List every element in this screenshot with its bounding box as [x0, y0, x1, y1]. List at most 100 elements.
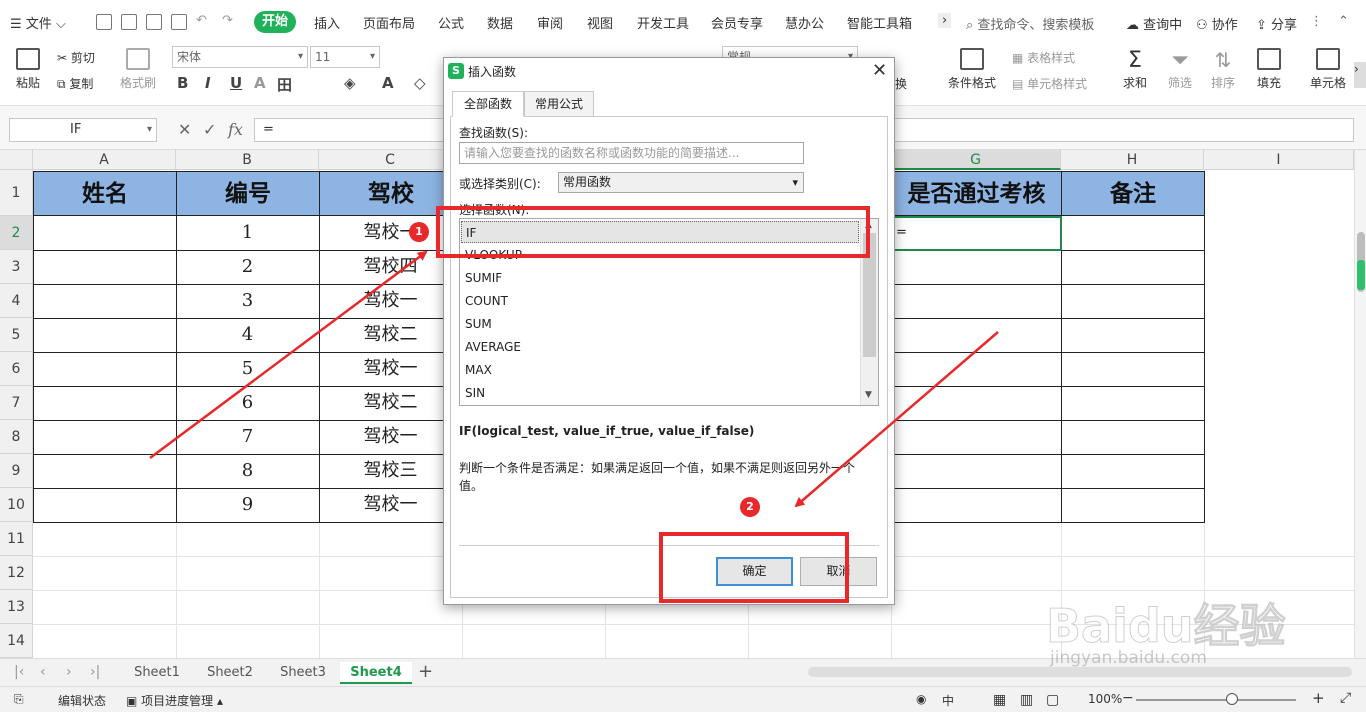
- font-name-select[interactable]: 宋体: [172, 46, 308, 68]
- tab-all-functions[interactable]: 全部函数: [452, 91, 524, 117]
- column-header-g[interactable]: G: [891, 150, 1061, 170]
- cell-name[interactable]: [33, 318, 177, 353]
- sheet-tab-4[interactable]: Sheet4: [340, 662, 412, 684]
- cell-name[interactable]: [33, 488, 177, 523]
- cell-school[interactable]: 驾校一: [319, 284, 463, 319]
- copy-button[interactable]: ⧉ 复制: [57, 75, 93, 92]
- category-select[interactable]: 常用函数: [558, 172, 804, 193]
- cell-name[interactable]: [33, 284, 177, 319]
- cell-notes[interactable]: [1061, 318, 1205, 353]
- table-style-button[interactable]: ▦ 表格样式: [1012, 49, 1075, 66]
- function-item-average[interactable]: AVERAGE: [461, 336, 859, 358]
- name-box[interactable]: IF: [9, 118, 157, 142]
- cell-name[interactable]: [33, 216, 177, 251]
- cell-name[interactable]: [33, 454, 177, 489]
- query-button[interactable]: ☁ 查询中: [1126, 14, 1182, 33]
- sum-button[interactable]: Σ 求和: [1118, 48, 1152, 91]
- redo-icon[interactable]: ↷: [222, 13, 233, 28]
- function-item-sumif[interactable]: SUMIF: [461, 267, 859, 289]
- bold-button[interactable]: B: [177, 74, 188, 92]
- cell-passed[interactable]: [891, 488, 1062, 523]
- paste-button[interactable]: 粘贴: [10, 48, 46, 91]
- cell-passed[interactable]: [891, 420, 1062, 455]
- row-header-2[interactable]: 2: [0, 216, 33, 250]
- select-all-corner[interactable]: [0, 150, 33, 170]
- page-break-view-icon[interactable]: ▢: [1046, 692, 1059, 708]
- cut-button[interactable]: ✂ 剪切: [57, 49, 95, 66]
- cell-school[interactable]: 驾校一: [319, 488, 463, 523]
- cell-school[interactable]: 驾校一: [319, 352, 463, 387]
- cell-passed[interactable]: [891, 318, 1062, 353]
- cell-notes[interactable]: [1061, 454, 1205, 489]
- sheet-tab-2[interactable]: Sheet2: [201, 662, 259, 684]
- function-search-input[interactable]: 请输入您要查找的函数名称或函数功能的简要描述...: [459, 142, 804, 164]
- underline-button[interactable]: U: [230, 74, 242, 92]
- cell-number[interactable]: 9: [176, 488, 320, 523]
- collaborate-button[interactable]: ⚇ 协作: [1196, 14, 1238, 33]
- menu-file[interactable]: ☰ 文件 ⌵: [10, 13, 66, 32]
- menu-tab-page-layout[interactable]: 页面布局: [363, 13, 415, 32]
- cell-notes[interactable]: [1061, 250, 1205, 285]
- strikethrough-button[interactable]: A: [254, 74, 266, 92]
- function-item-max[interactable]: MAX: [461, 359, 859, 381]
- menu-more-button[interactable]: ›: [938, 13, 952, 28]
- eye-protection-icon[interactable]: ◉: [916, 692, 926, 706]
- project-progress[interactable]: ▣ 项目进度管理 ▴: [126, 692, 223, 709]
- cell-name[interactable]: [33, 420, 177, 455]
- column-header-h[interactable]: H: [1061, 150, 1204, 170]
- convert-button[interactable]: 换: [895, 75, 907, 92]
- command-search[interactable]: ⌕ 查找命令、搜索模板: [966, 14, 1094, 33]
- column-header-i[interactable]: I: [1204, 150, 1354, 170]
- scroll-down-icon[interactable]: ▼: [865, 390, 872, 400]
- normal-view-icon[interactable]: ▦: [993, 692, 1006, 708]
- function-item-count[interactable]: COUNT: [461, 290, 859, 312]
- cell-name[interactable]: [33, 352, 177, 387]
- filter-button[interactable]: ⏷ 筛选: [1163, 48, 1197, 91]
- row-header-1[interactable]: 1: [0, 170, 33, 216]
- cell-number[interactable]: 4: [176, 318, 320, 353]
- menu-tab-view[interactable]: 视图: [587, 13, 613, 32]
- cell-number[interactable]: 2: [176, 250, 320, 285]
- border-button[interactable]: 田: [277, 74, 292, 95]
- cell-passed[interactable]: [891, 352, 1062, 387]
- more-options-icon[interactable]: ⋮: [1310, 14, 1323, 29]
- format-painter-button[interactable]: 格式刷: [118, 48, 158, 91]
- cell-school[interactable]: 驾校二: [319, 386, 463, 421]
- menu-tab-data[interactable]: 数据: [487, 13, 513, 32]
- confirm-icon[interactable]: ✓: [203, 120, 216, 139]
- header-cell-passed[interactable]: 是否通过考核: [891, 171, 1062, 216]
- cell-notes[interactable]: [1061, 488, 1205, 523]
- fill-color-icon[interactable]: ◈: [344, 74, 356, 92]
- zoom-level[interactable]: 100%: [1088, 692, 1122, 706]
- menu-tab-review[interactable]: 审阅: [537, 13, 563, 32]
- row-header-3[interactable]: 3: [0, 250, 33, 284]
- dialog-title-bar[interactable]: S 插入函数 ✕: [444, 58, 894, 84]
- header-cell-number[interactable]: 编号: [176, 171, 320, 216]
- cell-style-button[interactable]: ▤ 单元格样式: [1012, 75, 1087, 92]
- input-method-icon[interactable]: 中: [942, 692, 954, 709]
- menu-tab-start[interactable]: 开始: [254, 11, 296, 33]
- print-icon[interactable]: [146, 14, 162, 30]
- cell-name[interactable]: [33, 386, 177, 421]
- conditional-format-button[interactable]: 条件格式: [942, 48, 1002, 91]
- zoom-in-icon[interactable]: +: [1312, 689, 1325, 707]
- cell-passed[interactable]: [891, 386, 1062, 421]
- cell-school[interactable]: 驾校一: [319, 420, 463, 455]
- cell-school[interactable]: 驾校二: [319, 318, 463, 353]
- column-header-b[interactable]: B: [176, 150, 319, 170]
- clear-format-icon[interactable]: ◇: [414, 74, 426, 92]
- zoom-out-icon[interactable]: −: [1122, 690, 1134, 706]
- cell-notes[interactable]: [1061, 216, 1205, 251]
- cell-notes[interactable]: [1061, 284, 1205, 319]
- cell-number[interactable]: 3: [176, 284, 320, 319]
- cell-notes[interactable]: [1061, 420, 1205, 455]
- font-color-icon[interactable]: A: [382, 74, 394, 92]
- row-header-12[interactable]: 12: [0, 556, 33, 590]
- cell-passed[interactable]: [891, 284, 1062, 319]
- row-header-5[interactable]: 5: [0, 318, 33, 352]
- sort-button[interactable]: ⇅ 排序: [1206, 48, 1240, 91]
- cell-passed[interactable]: [891, 250, 1062, 285]
- header-cell-notes[interactable]: 备注: [1061, 171, 1205, 216]
- row-header-9[interactable]: 9: [0, 454, 33, 488]
- tab-common-formulas[interactable]: 常用公式: [524, 91, 594, 117]
